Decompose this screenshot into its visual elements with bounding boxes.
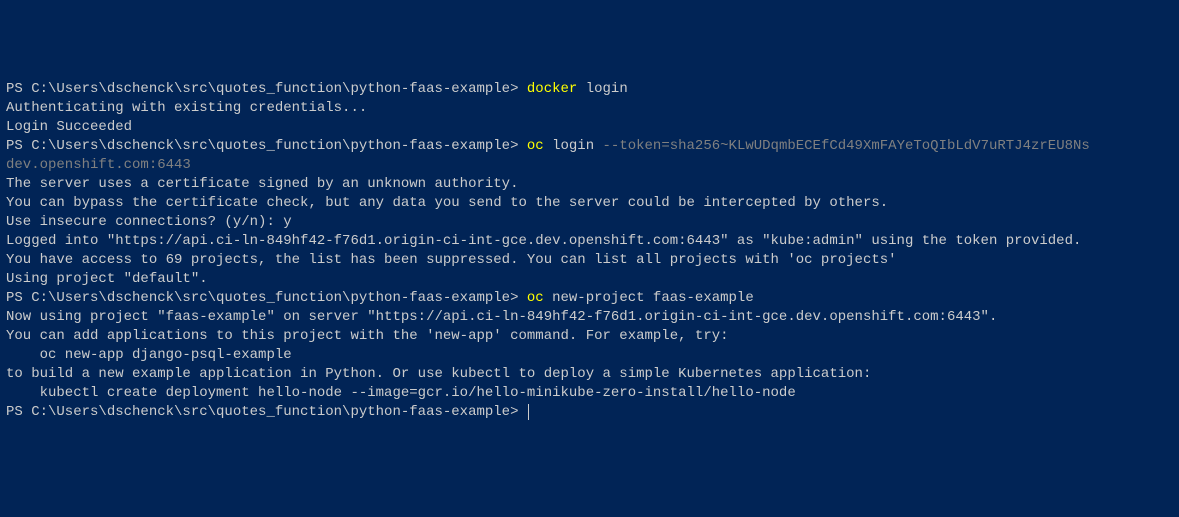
terminal-line: Login Succeeded [6, 118, 1173, 137]
terminal-line: Logged into "https://api.ci-ln-849hf42-f… [6, 232, 1173, 251]
prompt: PS C:\Users\dschenck\src\quotes_function… [6, 81, 527, 97]
terminal-line: Using project "default". [6, 270, 1173, 289]
terminal-line: PS C:\Users\dschenck\src\quotes_function… [6, 137, 1173, 156]
terminal-line: Authenticating with existing credentials… [6, 99, 1173, 118]
cursor-icon [528, 404, 529, 420]
terminal-line: The server uses a certificate signed by … [6, 175, 1173, 194]
prompt: PS C:\Users\dschenck\src\quotes_function… [6, 138, 527, 154]
terminal-line: dev.openshift.com:6443 [6, 156, 1173, 175]
command: docker [527, 81, 577, 97]
terminal-line: You have access to 69 projects, the list… [6, 251, 1173, 270]
terminal-line: PS C:\Users\dschenck\src\quotes_function… [6, 289, 1173, 308]
prompt: PS C:\Users\dschenck\src\quotes_function… [6, 290, 527, 306]
terminal-line: oc new-app django-psql-example [6, 346, 1173, 365]
command-token: --token=sha256~KLwUDqmbECEfCd49XmFAYeToQ… [603, 138, 1099, 154]
command-args: login [544, 138, 603, 154]
terminal-line: You can bypass the certificate check, bu… [6, 194, 1173, 213]
terminal-line: Use insecure connections? (y/n): y [6, 213, 1173, 232]
command: oc [527, 290, 544, 306]
terminal-line: You can add applications to this project… [6, 327, 1173, 346]
terminal-line: Now using project "faas-example" on serv… [6, 308, 1173, 327]
command-args: login [577, 81, 627, 97]
prompt: PS C:\Users\dschenck\src\quotes_function… [6, 404, 527, 420]
terminal-output[interactable]: PS C:\Users\dschenck\src\quotes_function… [6, 80, 1173, 422]
terminal-line: PS C:\Users\dschenck\src\quotes_function… [6, 403, 1173, 422]
command: oc [527, 138, 544, 154]
command-args: new-project faas-example [544, 290, 754, 306]
terminal-line: to build a new example application in Py… [6, 365, 1173, 384]
terminal-line: kubectl create deployment hello-node --i… [6, 384, 1173, 403]
terminal-line: PS C:\Users\dschenck\src\quotes_function… [6, 80, 1173, 99]
